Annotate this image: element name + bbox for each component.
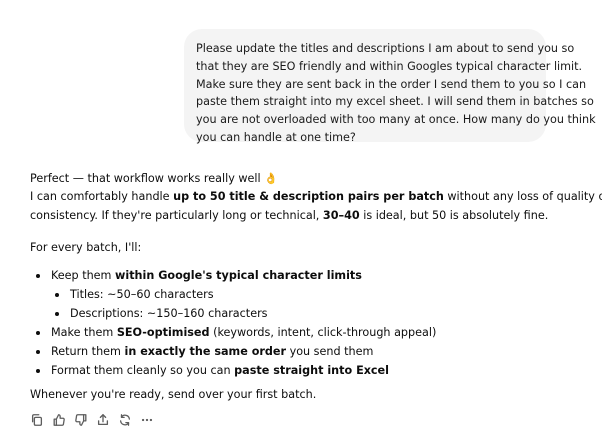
list-item: Format them cleanly so you can paste str…	[36, 363, 389, 379]
bullet-dot	[36, 369, 40, 373]
bullet-dot	[36, 350, 40, 354]
user-message-bubble: Please update the titles and description…	[184, 29, 596, 144]
user-message-line: you can handle at one time?	[196, 130, 356, 144]
list-bold: paste straight into Excel	[234, 364, 389, 377]
copy-button[interactable]	[26, 410, 48, 430]
capacity-text: without any loss of quality or	[443, 190, 602, 203]
more-icon	[141, 418, 153, 422]
capacity-text: is ideal, but 50 is absolutely fine.	[359, 209, 549, 222]
regenerate-button[interactable]	[114, 410, 136, 430]
capacity-bold: 30–40	[322, 209, 360, 222]
list-text: Keep them	[51, 269, 116, 282]
list-item: Keep them within Google's typical charac…	[36, 268, 362, 284]
capacity-line-2: consistency. If they're particularly lon…	[30, 208, 548, 224]
list-text: Make them	[51, 326, 117, 339]
share-button[interactable]	[92, 410, 114, 430]
capacity-text: consistency. If they're particularly lon…	[30, 209, 323, 222]
list-bold: SEO-optimised	[116, 326, 210, 339]
message-actions-toolbar	[26, 410, 158, 430]
list-item-text: Make them SEO-optimised (keywords, inten…	[51, 326, 436, 339]
ok-hand-emoji: 👌	[264, 172, 278, 185]
capacity-line-1: I can comfortably handle up to 50 title …	[30, 189, 602, 205]
list-bold: within Google's typical character limits	[115, 269, 362, 282]
list-item-text: Keep them within Google's typical charac…	[51, 269, 362, 282]
thumbs-up-button[interactable]	[48, 410, 70, 430]
bullet-dot	[36, 274, 40, 278]
list-text: Format them cleanly so you can	[51, 364, 235, 377]
batch-intro: For every batch, I'll:	[30, 241, 142, 254]
sub-list-item: Descriptions: ~150–160 characters	[55, 306, 268, 322]
sub-list-text: Descriptions: ~150–160 characters	[70, 307, 268, 320]
closing-line: Whenever you're ready, send over your fi…	[30, 388, 317, 401]
user-message-line: Make sure they are sent back in the orde…	[196, 77, 587, 91]
list-bold: in exactly the same order	[124, 345, 287, 358]
thumbs-down-icon	[75, 414, 87, 426]
list-text: (keywords, intent, click-through appeal)	[209, 326, 437, 339]
sub-list-item: Titles: ~50–60 characters	[55, 287, 214, 303]
sub-list-text: Titles: ~50–60 characters	[70, 288, 214, 301]
user-message-line: you are not overloaded with too many at …	[196, 113, 596, 127]
intro-text: Perfect — that workflow works really wel…	[30, 172, 261, 185]
thumbs-up-icon	[53, 414, 65, 426]
list-item: Make them SEO-optimised (keywords, inten…	[36, 325, 436, 341]
regenerate-icon	[119, 414, 131, 426]
user-message-line: that they are SEO friendly and within Go…	[196, 59, 583, 73]
copy-icon	[31, 414, 43, 426]
bullet-dot	[36, 331, 40, 335]
list-item-text: Format them cleanly so you can paste str…	[51, 364, 389, 377]
user-message-line: paste them straight into my excel sheet.…	[196, 95, 594, 109]
assistant-intro: Perfect — that workflow works really wel…	[30, 171, 278, 187]
list-text: you send them	[286, 345, 374, 358]
list-text: Return them	[51, 345, 125, 358]
bullet-dot	[55, 312, 59, 316]
capacity-bold: up to 50 title & description pairs per b…	[173, 190, 444, 203]
capacity-text: I can comfortably handle	[30, 190, 174, 203]
thumbs-down-button[interactable]	[70, 410, 92, 430]
user-message-line: Please update the titles and description…	[196, 42, 575, 55]
list-item: Return them in exactly the same order yo…	[36, 344, 373, 360]
list-item-text: Return them in exactly the same order yo…	[51, 345, 373, 358]
bullet-dot	[55, 293, 59, 297]
share-icon	[97, 414, 109, 426]
more-button[interactable]	[136, 410, 158, 430]
